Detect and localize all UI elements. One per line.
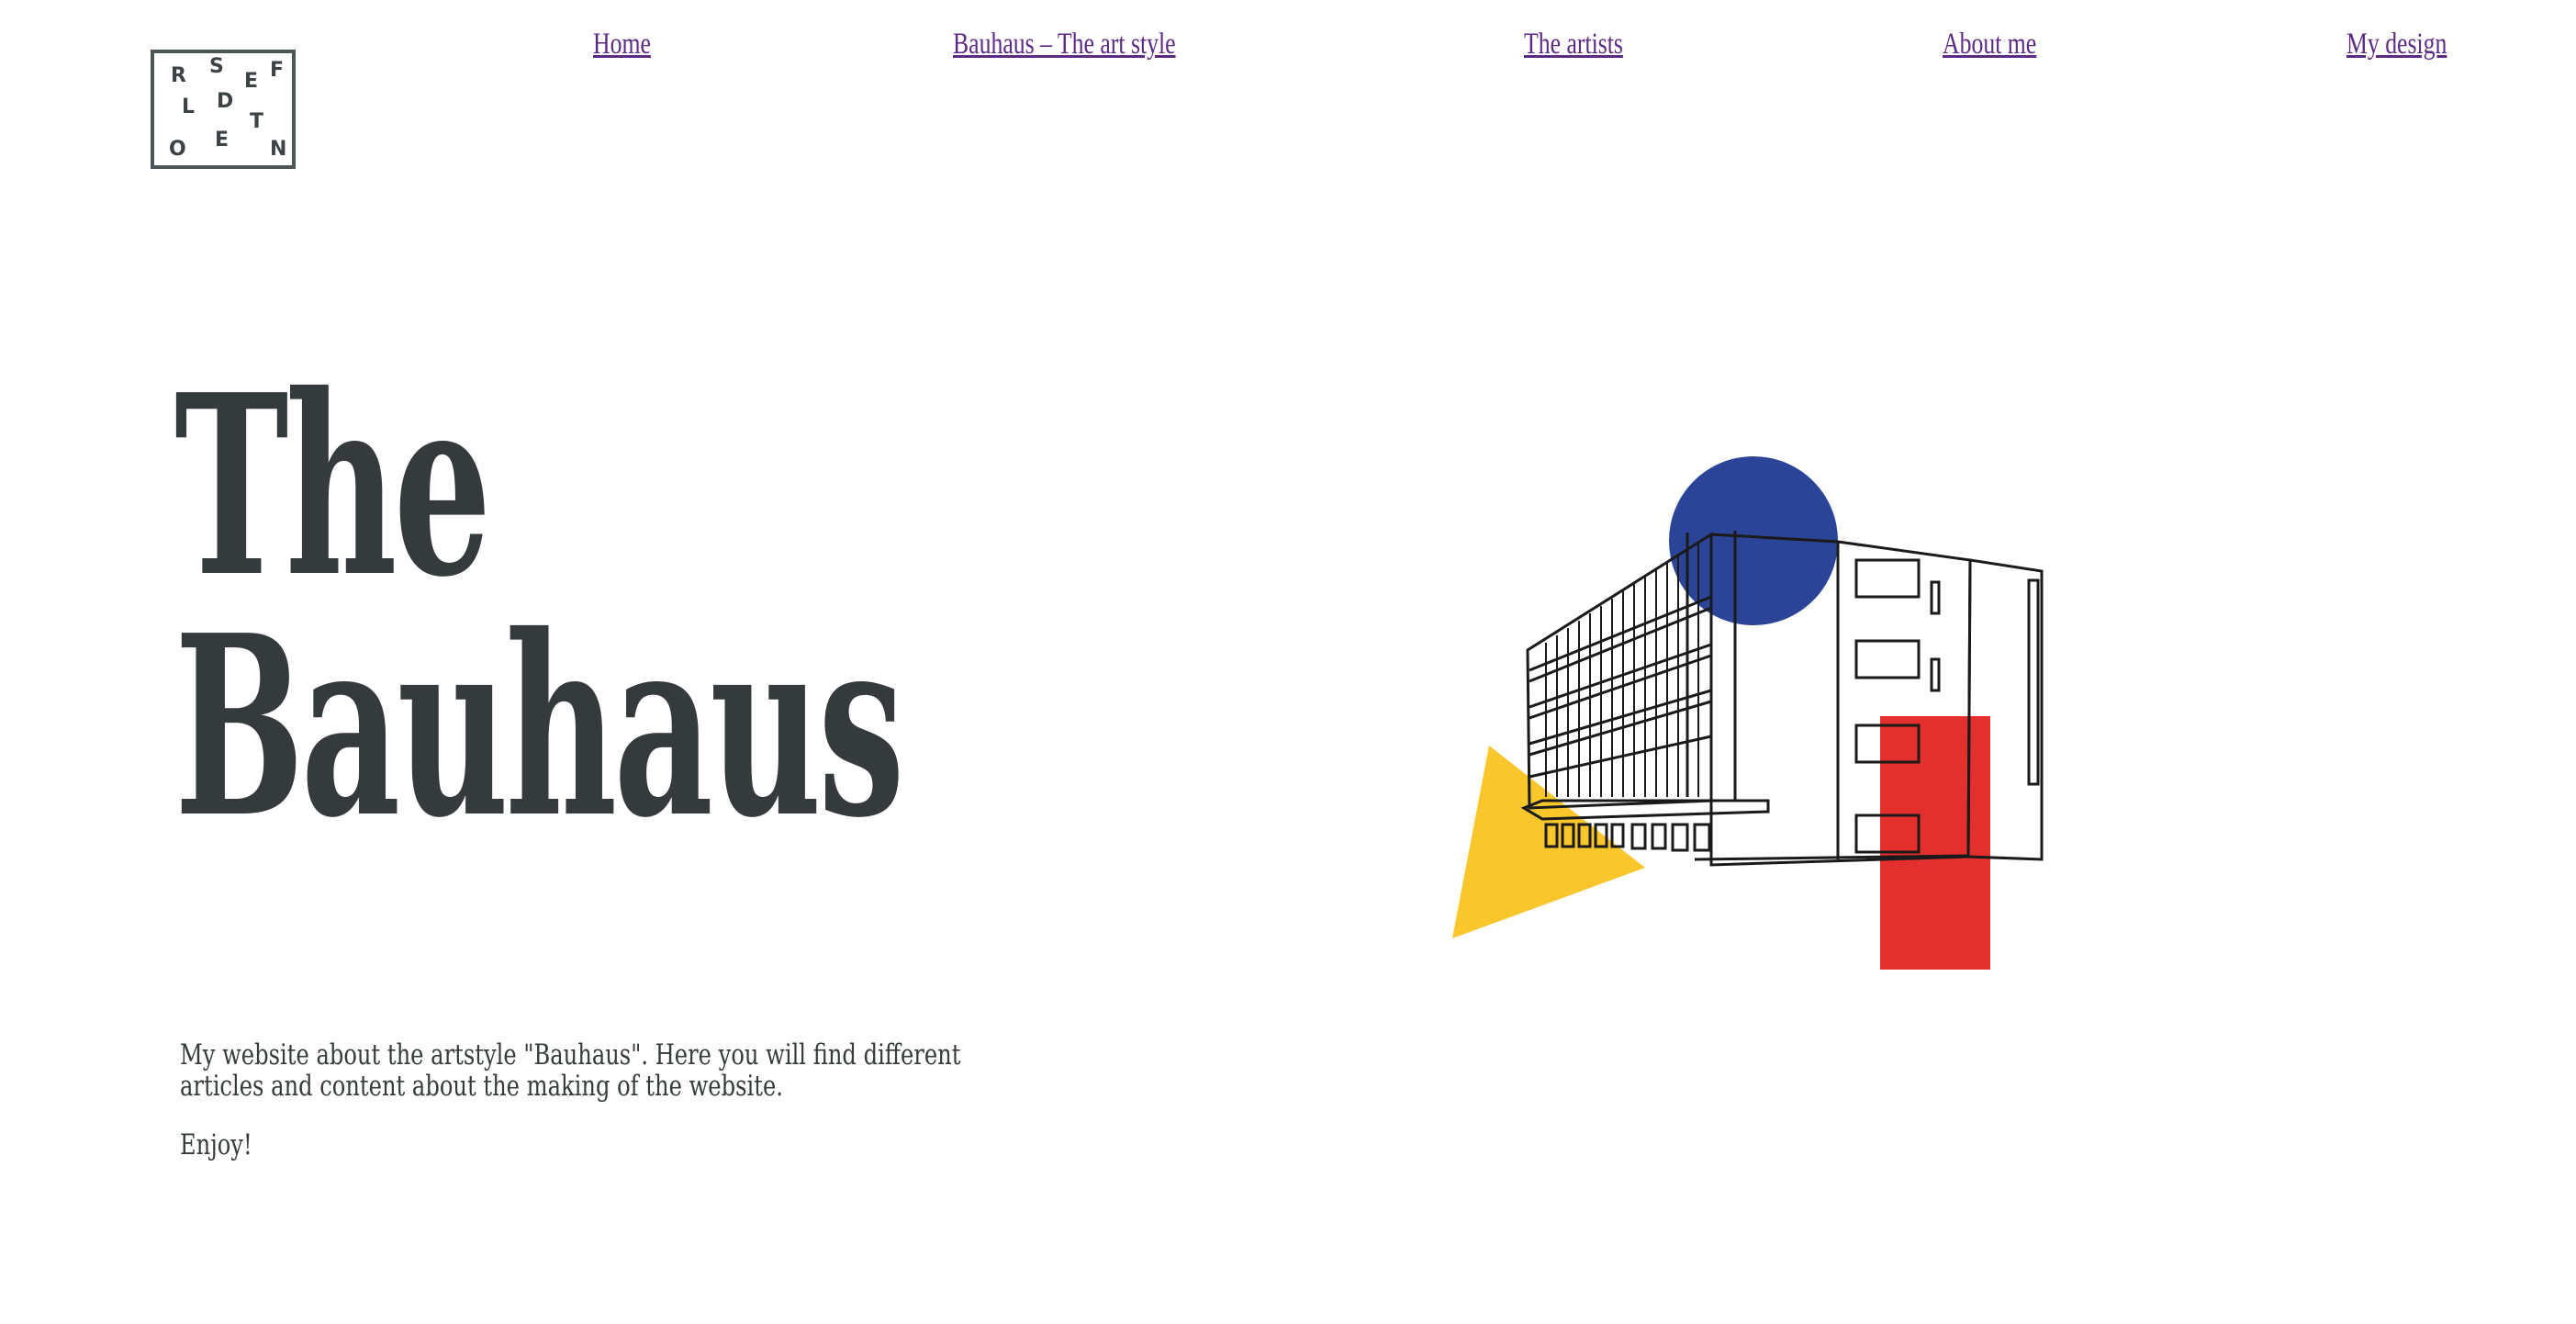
hero-title: The Bauhaus [174, 340, 904, 872]
intro-closing: Enjoy! [180, 1128, 252, 1161]
building-window-lines [1545, 544, 1699, 797]
nav-link-about[interactable]: About me [1943, 28, 2036, 62]
logo-letter: L [182, 95, 196, 118]
logo-letter: F [270, 59, 285, 82]
logo-letter: T [250, 110, 264, 133]
intro-paragraph: My website about the artstyle "Bauhaus".… [180, 1038, 961, 1103]
logo-letter: E [215, 129, 230, 151]
bauhaus-building-illustration [1452, 456, 2044, 970]
yellow-triangle-shape [1452, 746, 1645, 938]
logo-letter: D [217, 90, 234, 113]
logo-letter: E [244, 70, 259, 93]
logo-letter: O [169, 138, 186, 161]
nav-link-my-design[interactable]: My design [2346, 28, 2447, 62]
hero-title-line2: Bauhaus [174, 580, 904, 872]
nav-link-artists[interactable]: The artists [1524, 28, 1623, 62]
nav-link-art-style[interactable]: Bauhaus – The art style [953, 28, 1176, 62]
logo-letter: S [209, 55, 224, 78]
red-rectangle-shape [1880, 716, 1990, 970]
intro-text: My website about the artstyle "Bauhaus".… [180, 1039, 968, 1161]
logo-letter: N [270, 138, 287, 161]
hero-title-line1: The [174, 340, 491, 632]
nav-link-home[interactable]: Home [593, 28, 651, 62]
site-logo[interactable]: R S E F L D T O E N [151, 50, 296, 169]
logo-letter: R [171, 64, 186, 87]
